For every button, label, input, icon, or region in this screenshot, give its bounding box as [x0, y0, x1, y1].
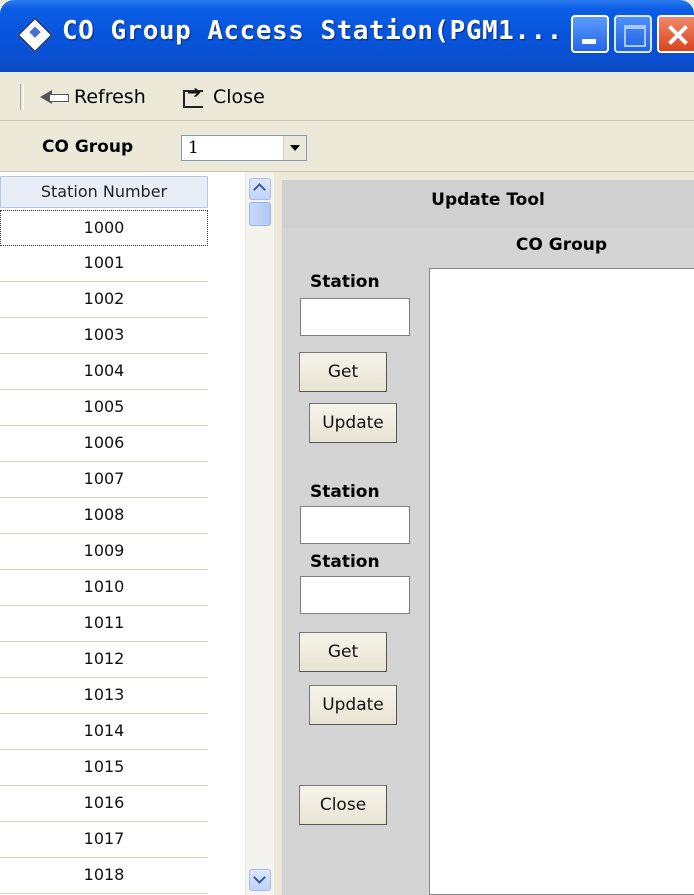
get-button-1[interactable]: Get	[299, 352, 387, 392]
station-row[interactable]: 1007	[0, 462, 208, 498]
station-row[interactable]: 1014	[0, 714, 208, 750]
station-label-3: Station	[310, 552, 380, 572]
station-input-1[interactable]	[300, 298, 410, 336]
maximize-button[interactable]	[614, 15, 652, 53]
toolbar: Refresh Close	[0, 72, 694, 121]
co-group-row: CO Group 1	[0, 121, 694, 172]
co-group-value: 1	[188, 138, 199, 158]
co-group-label: CO Group	[42, 137, 134, 157]
vertical-scrollbar[interactable]	[246, 172, 274, 895]
scroll-thumb[interactable]	[249, 202, 271, 226]
close-label: Close	[213, 86, 265, 108]
station-row[interactable]: 1015	[0, 750, 208, 786]
chevron-down-icon[interactable]	[283, 136, 306, 160]
station-input-2[interactable]	[300, 506, 410, 544]
minimize-button[interactable]	[571, 15, 609, 53]
station-row[interactable]: 1013	[0, 678, 208, 714]
co-group-select[interactable]: 1	[181, 135, 307, 161]
station-row[interactable]: 1011	[0, 606, 208, 642]
app-icon	[16, 16, 54, 54]
station-row[interactable]: 1017	[0, 822, 208, 858]
station-row[interactable]: 1005	[0, 390, 208, 426]
update-button-1[interactable]: Update	[309, 403, 397, 443]
station-row[interactable]: 1004	[0, 354, 208, 390]
get-button-2[interactable]: Get	[299, 632, 387, 672]
station-row[interactable]: 1012	[0, 642, 208, 678]
refresh-label: Refresh	[74, 86, 146, 108]
update-tool-title: Update Tool	[282, 180, 694, 228]
station-row[interactable]: 1009	[0, 534, 208, 570]
station-label-1: Station	[310, 272, 380, 292]
station-row[interactable]: 1006	[0, 426, 208, 462]
station-row[interactable]: 1010	[0, 570, 208, 606]
station-row[interactable]: 1016	[0, 786, 208, 822]
co-group-column-header: CO Group	[515, 235, 608, 255]
station-row[interactable]: 1018	[0, 858, 208, 894]
station-row[interactable]: 1001	[0, 246, 208, 282]
station-row[interactable]: 1002	[0, 282, 208, 318]
station-row[interactable]: 1000	[0, 210, 208, 246]
station-row[interactable]: 1003	[0, 318, 208, 354]
update-tool-panel: Update Tool CO Group Station Get Update …	[282, 180, 694, 895]
close-button[interactable]: Close	[299, 785, 387, 825]
refresh-button[interactable]: Refresh	[40, 84, 146, 110]
station-list: Station Number 1000 1001 1002 1003 1004 1005 1…	[0, 172, 245, 895]
update-button-2[interactable]: Update	[309, 685, 397, 725]
exit-icon	[183, 83, 207, 108]
toolbar-grip	[20, 84, 24, 110]
station-input-3[interactable]	[300, 576, 410, 614]
station-number-header[interactable]: Station Number	[0, 176, 208, 208]
toolbar-close-button[interactable]: Close	[183, 83, 265, 110]
station-rows: 1000 1001 1002 1003 1004 1005 1006 1007 1008 1009…	[0, 210, 208, 894]
back-arrow-icon	[40, 89, 69, 105]
co-group-listbox[interactable]	[429, 268, 694, 895]
window-title: CO Group Access Station(PGM1...	[62, 16, 563, 46]
scroll-up-icon[interactable]	[249, 178, 271, 200]
title-bar[interactable]: CO Group Access Station(PGM1...	[0, 0, 694, 72]
station-label-2: Station	[310, 482, 380, 502]
close-window-button[interactable]	[657, 15, 694, 53]
station-row[interactable]: 1008	[0, 498, 208, 534]
scroll-down-icon[interactable]	[249, 869, 271, 891]
